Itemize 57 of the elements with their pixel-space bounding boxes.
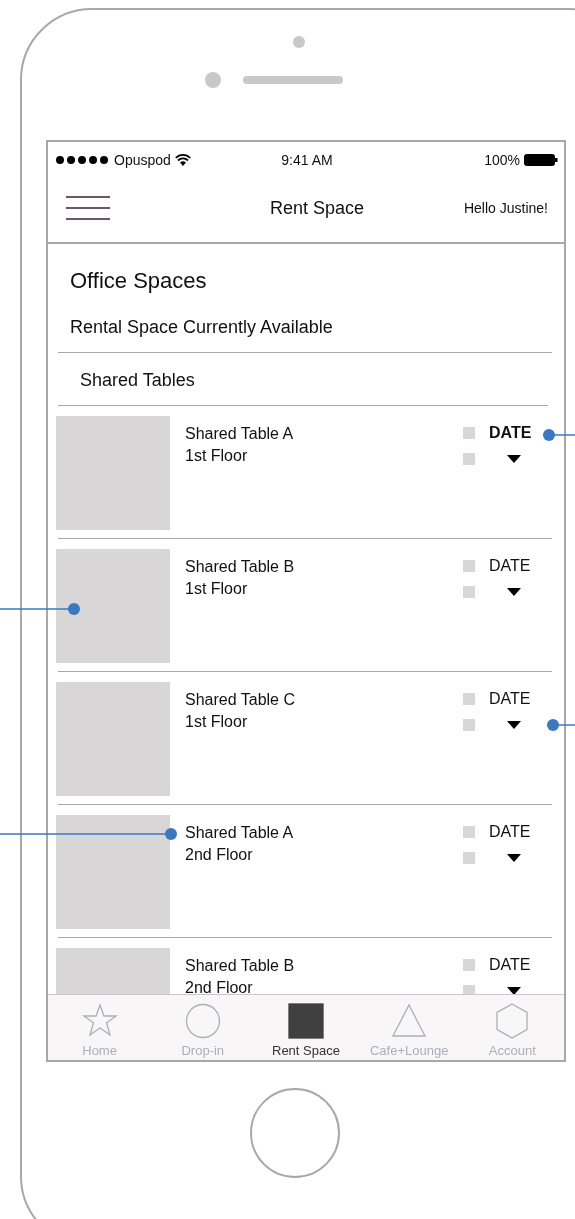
caret-icon[interactable] [507, 854, 521, 862]
checkbox-placeholder[interactable] [463, 560, 475, 572]
menu-icon[interactable] [66, 196, 110, 220]
page-heading: Office Spaces [69, 267, 208, 294]
section-heading: Shared Tables [79, 369, 196, 391]
date-label: DATE [489, 557, 532, 575]
space-name: Shared Table C [185, 690, 296, 710]
floor-label: 1st Floor [185, 712, 249, 732]
space-name: Shared Table B [185, 956, 296, 976]
caret-icon[interactable] [507, 588, 521, 596]
tab-bar-item[interactable]: Rent Space [255, 1003, 356, 1058]
checkbox-placeholder[interactable] [463, 453, 475, 465]
space-list-item[interactable]: Shared Table A 2nd Floor DATE [48, 805, 564, 937]
checkbox-placeholder[interactable] [463, 826, 475, 838]
battery-percent: 100% [484, 152, 520, 168]
battery-icon [524, 154, 558, 166]
checkbox-placeholder[interactable] [463, 719, 475, 731]
checkbox-placeholder[interactable] [463, 985, 475, 994]
floor-label: 1st Floor [185, 446, 249, 466]
date-label: DATE [489, 956, 532, 974]
space-name: Shared Table A [185, 823, 295, 843]
camera-dot [293, 36, 305, 48]
triangle-icon [391, 1003, 428, 1039]
hexagon-icon [494, 1003, 531, 1039]
screen-title: Rent Space [269, 197, 364, 219]
space-list-item[interactable]: Shared Table C 1st Floor DATE [48, 672, 564, 804]
date-label: DATE [489, 424, 533, 442]
status-time: 9:41 AM [281, 152, 333, 168]
space-list-item[interactable]: Shared Table A 1st Floor DATE [48, 406, 564, 538]
sensor-dot [205, 72, 221, 88]
home-button[interactable] [250, 1088, 340, 1178]
star-icon [81, 1003, 118, 1039]
signal-icon [56, 156, 110, 164]
carrier-name: Opuspod [114, 152, 171, 168]
wifi-icon [174, 154, 191, 166]
space-list-item[interactable]: Shared Table B 1st Floor DATE [48, 539, 564, 671]
page-subheading: Rental Space Currently Available [69, 316, 334, 338]
leader-line [547, 719, 575, 731]
floor-label: 2nd Floor [185, 978, 254, 994]
space-list-item[interactable]: Shared Table B 2nd Floor DATE [48, 938, 564, 994]
space-name: Shared Table A [185, 424, 295, 444]
floor-label: 2nd Floor [185, 845, 254, 865]
greeting-text: Hello Justine! [463, 200, 548, 216]
checkbox-placeholder[interactable] [463, 693, 475, 705]
checkbox-placeholder[interactable] [463, 852, 475, 864]
space-name: Shared Table B [185, 557, 296, 577]
leader-line [543, 429, 575, 441]
circle-icon [184, 1003, 221, 1039]
date-label: DATE [489, 823, 532, 841]
caret-icon[interactable] [507, 455, 521, 463]
square-icon [287, 1003, 324, 1039]
caret-icon[interactable] [507, 721, 521, 729]
floor-label: 1st Floor [185, 579, 249, 599]
date-label: DATE [489, 690, 532, 708]
checkbox-placeholder[interactable] [463, 586, 475, 598]
checkbox-placeholder[interactable] [463, 959, 475, 971]
checkbox-placeholder[interactable] [463, 427, 475, 439]
